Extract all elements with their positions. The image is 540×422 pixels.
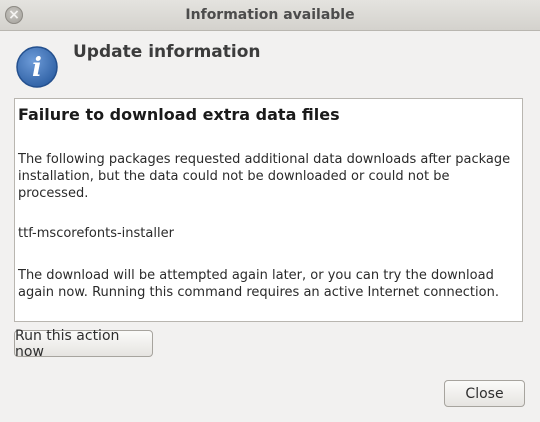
message-panel: Failure to download extra data files The… [14,98,523,322]
run-action-button[interactable]: Run this action now [14,328,153,360]
dialog-window: Information available × i Update informa… [0,0,540,422]
window-close-button[interactable]: × [5,6,23,24]
message-paragraph-2: The download will be attempted again lat… [18,268,499,300]
info-icon: i [16,46,58,88]
close-icon: × [8,7,20,23]
title-bar: Information available × [0,0,540,31]
info-icon-glyph: i [32,53,42,83]
window-title: Information available [185,7,355,23]
message-paragraph-1: The following packages requested additio… [18,152,511,201]
message-title: Failure to download extra data files [18,105,340,124]
package-name: ttf-mscorefonts-installer [18,226,174,241]
dialog-heading: Update information [73,42,261,62]
close-button[interactable]: Close [444,380,525,407]
